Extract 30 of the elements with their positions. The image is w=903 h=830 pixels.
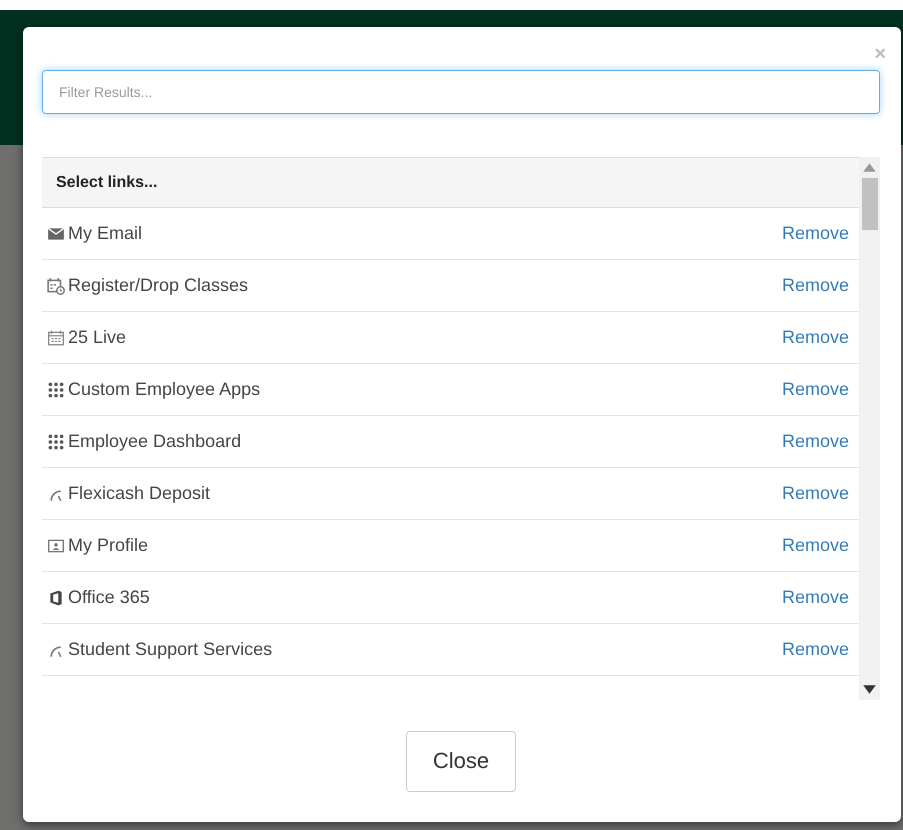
remove-link[interactable]: Remove [782,327,849,348]
remove-link[interactable]: Remove [782,223,849,244]
dot-grid-icon [47,380,65,398]
remove-link[interactable]: Remove [782,639,849,660]
remove-link[interactable]: Remove [782,483,849,504]
link-label[interactable]: My Profile [68,535,148,556]
list-header: Select links... [42,157,859,208]
remove-link[interactable]: Remove [782,587,849,608]
link-label[interactable]: My Email [68,223,142,244]
id-card-icon [47,536,65,554]
remove-link[interactable]: Remove [782,379,849,400]
link-label[interactable]: 25 Live [68,327,126,348]
filter-field[interactable]: Filter Results... [42,70,880,114]
dot-grid-icon [47,432,65,450]
link-label[interactable]: Flexicash Deposit [68,483,210,504]
link-label[interactable]: Register/Drop Classes [68,275,248,296]
remove-link[interactable]: Remove [782,275,849,296]
gauge-icon [50,646,62,658]
remove-link[interactable]: Remove [782,535,849,556]
link-label[interactable]: Student Support Services [68,639,272,660]
scrollbar-thumb[interactable] [862,178,878,230]
calendar-clock-icon [47,276,65,294]
link-label[interactable]: Custom Employee Apps [68,379,260,400]
calendar-icon [47,328,65,346]
gauge-icon [50,490,62,502]
link-label[interactable]: Employee Dashboard [68,431,242,452]
scrollbar[interactable] [859,157,880,700]
link-label[interactable]: Office 365 [68,587,150,608]
remove-link[interactable]: Remove [782,431,849,452]
close-button[interactable]: Close [406,730,516,792]
